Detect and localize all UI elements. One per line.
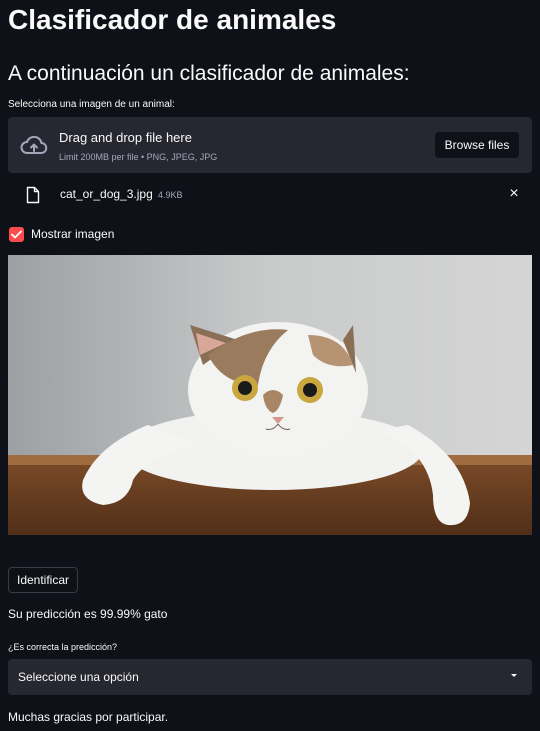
cat-image: [8, 255, 532, 548]
file-icon: [26, 186, 40, 204]
show-image-checkbox[interactable]: [9, 227, 24, 242]
chevron-down-icon: [511, 674, 517, 677]
page-subtitle: A continuación un clasificador de animal…: [8, 62, 410, 85]
feedback-selected-value: Seleccione una opción: [18, 670, 139, 684]
dropzone-limit: Limit 200MB per file • PNG, JPEG, JPG: [59, 152, 218, 162]
uploaded-file-row: cat_or_dog_3.jpg 4.9KB ×: [8, 181, 532, 209]
uploader-label: Selecciona una imagen de un animal:: [8, 99, 175, 110]
thanks-message: Muchas gracias por participar.: [8, 710, 169, 724]
uploaded-file-name: cat_or_dog_3.jpg: [60, 187, 153, 201]
feedback-select[interactable]: Seleccione una opción: [8, 659, 532, 695]
file-dropzone[interactable]: Drag and drop file here Limit 200MB per …: [8, 117, 532, 173]
feedback-label: ¿Es correcta la predicción?: [8, 642, 118, 652]
page-title: Clasificador de animales: [8, 4, 337, 35]
cloud-upload-icon: [20, 135, 48, 154]
dropzone-instruction: Drag and drop file here: [59, 130, 192, 145]
uploaded-file-size: 4.9KB: [158, 190, 183, 200]
prediction-result: Su predicción es 99.99% gato: [8, 607, 168, 621]
cat-photo-illustration: [8, 255, 532, 548]
browse-files-button[interactable]: Browse files: [435, 132, 519, 158]
check-icon: [11, 230, 22, 239]
close-icon[interactable]: ×: [505, 185, 523, 203]
identify-button[interactable]: Identificar: [8, 567, 78, 593]
show-image-label[interactable]: Mostrar imagen: [31, 227, 114, 241]
